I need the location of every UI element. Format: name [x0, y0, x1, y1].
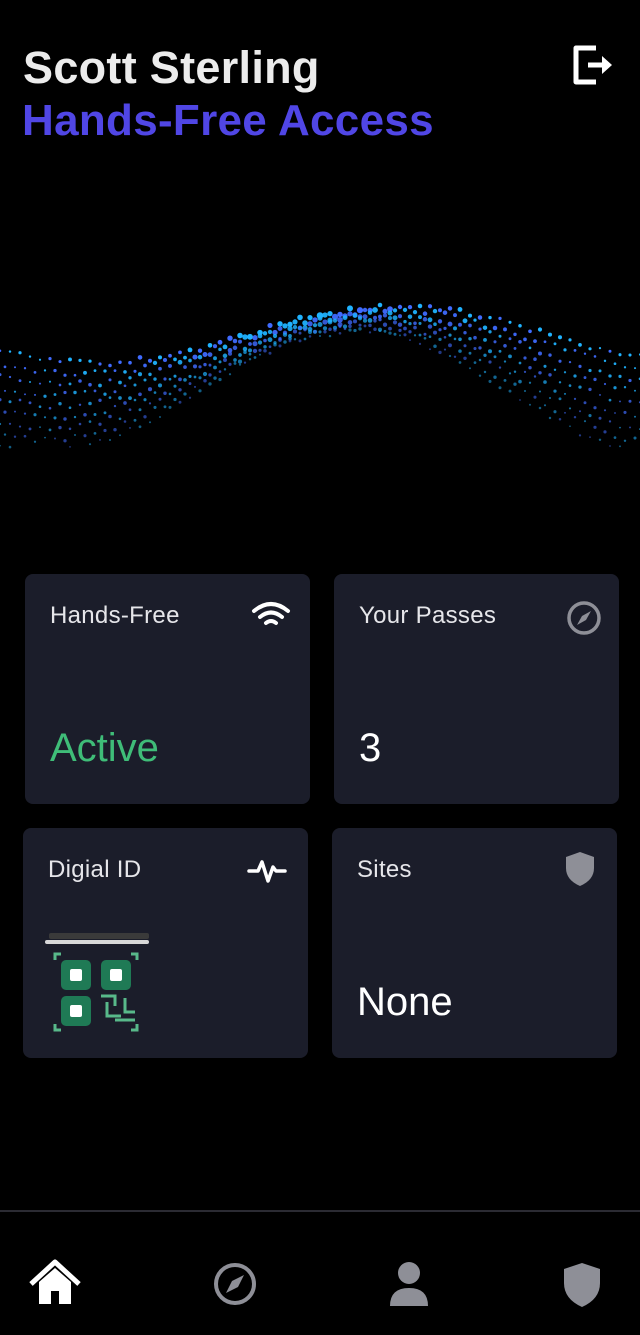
user-icon — [390, 1262, 428, 1306]
hands-free-title: Hands-Free — [50, 602, 180, 629]
hands-free-card[interactable]: Hands-Free Active — [25, 574, 310, 804]
page-subtitle: Hands-Free Access — [22, 96, 434, 145]
digital-id-card[interactable]: Digial ID — [23, 828, 308, 1058]
hands-free-status: Active — [50, 726, 159, 770]
compass-icon — [567, 601, 601, 635]
nav-home[interactable] — [27, 1256, 83, 1312]
sites-card[interactable]: Sites None — [332, 828, 617, 1058]
sites-value: None — [357, 980, 453, 1024]
particle-wave-graphic — [0, 302, 640, 449]
nav-profile[interactable] — [381, 1256, 437, 1312]
nav-divider — [0, 1210, 640, 1212]
passes-card[interactable]: Your Passes 3 — [334, 574, 619, 804]
shield-icon — [566, 852, 594, 886]
passes-count: 3 — [359, 726, 382, 770]
logout-icon — [573, 45, 612, 85]
wifi-icon — [252, 602, 290, 625]
logout-button[interactable] — [570, 42, 618, 90]
digital-id-title: Digial ID — [48, 856, 142, 883]
user-name: Scott Sterling — [23, 42, 320, 93]
pulse-icon — [247, 860, 287, 883]
compass-icon — [214, 1263, 256, 1305]
shield-icon — [564, 1263, 600, 1307]
nav-sites[interactable] — [554, 1256, 610, 1312]
passes-title: Your Passes — [359, 602, 497, 629]
sites-title: Sites — [357, 856, 412, 883]
home-icon — [29, 1259, 81, 1304]
qr-code-scan-icon — [45, 933, 149, 1032]
nav-passes[interactable] — [207, 1256, 263, 1312]
